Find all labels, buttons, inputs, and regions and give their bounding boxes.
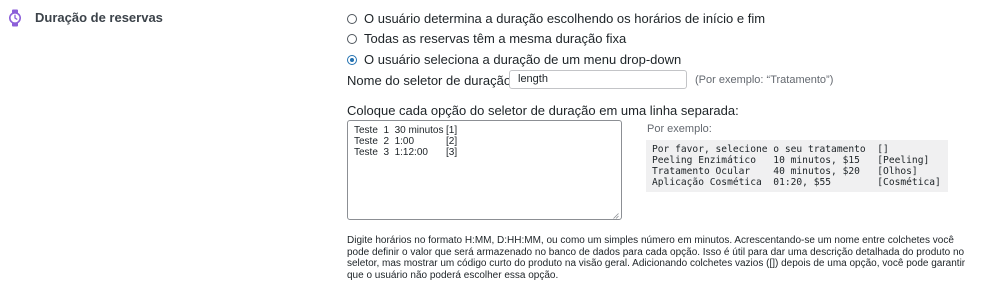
- example-line: Por favor, selecione o seu tratamento []: [652, 144, 889, 155]
- options-textarea[interactable]: Teste 1 30 minutos [1] Teste 2 1:00 [2] Te…: [347, 120, 622, 220]
- options-label: Coloque cada opção do seletor de duração…: [347, 103, 739, 118]
- option-line: Teste 1 30 minutos [1]: [354, 125, 458, 136]
- option-line: Teste 3 1:12:00 [3]: [354, 147, 458, 158]
- selector-name-label: Nome do seletor de duração:: [347, 73, 515, 88]
- example-line: Tratamento Ocular 40 minutos, $20 [Olhos…: [652, 166, 918, 177]
- radio-option-start-end[interactable]: O usuário determina a duração escolhendo…: [347, 11, 765, 26]
- radio-label: O usuário determina a duração escolhendo…: [364, 11, 766, 26]
- radio-label: O usuário seleciona a duração de um menu…: [364, 52, 682, 67]
- radio-label: Todas as reservas têm a mesma duração fi…: [364, 31, 627, 46]
- radio-button[interactable]: [347, 13, 357, 24]
- help-description: Digite horários no formato H:MM, D:HH:MM…: [347, 235, 966, 281]
- section-title: Duração de reservas: [35, 10, 163, 25]
- radio-option-dropdown[interactable]: O usuário seleciona a duração de um menu…: [347, 52, 681, 67]
- example-code-block: Por favor, selecione o seu tratamento []…: [646, 140, 948, 192]
- selector-name-input[interactable]: length: [509, 70, 687, 89]
- example-line: Aplicação Cosmética 01:20, $55 [Cosmétic…: [652, 177, 941, 188]
- option-line: Teste 2 1:00 [2]: [354, 136, 458, 147]
- radio-button-selected[interactable]: [347, 54, 357, 65]
- example-line: Peeling Enzimático 10 minutos, $15 [Peel…: [652, 155, 930, 166]
- watch-icon: [8, 9, 22, 27]
- resize-grip-icon[interactable]: [613, 211, 619, 219]
- radio-button[interactable]: [347, 33, 357, 44]
- radio-option-fixed[interactable]: Todas as reservas têm a mesma duração fi…: [347, 31, 626, 46]
- selector-name-hint: (Por exemplo: “Tratamento”): [695, 74, 834, 86]
- example-label: Por exemplo:: [647, 123, 712, 135]
